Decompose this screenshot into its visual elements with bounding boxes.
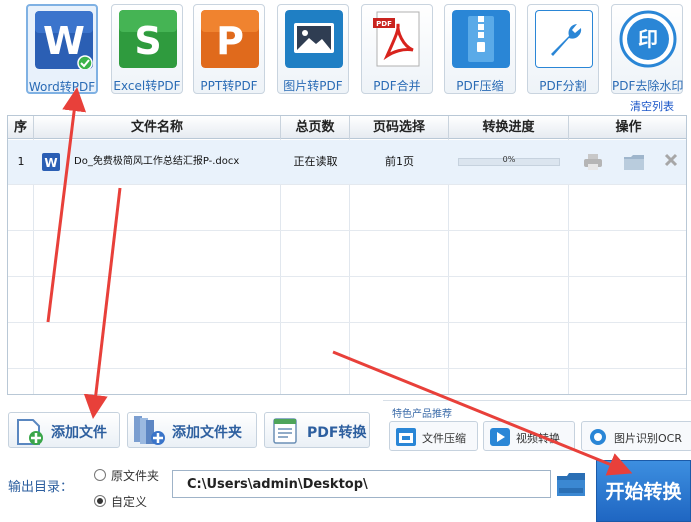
pdf-convert-label: PDF转换 [307,425,367,441]
radio-custom[interactable] [94,495,106,507]
promo-image-ocr-label: 图片识别OCR [614,432,682,445]
file-table: 序 文件名称 总页数 页码选择 转换进度 操作 1 W Do_免费极简风工作总结… [7,115,687,395]
image-to-pdf-label: 图片转PDF [283,79,343,93]
add-folder-button[interactable]: 添加文件夹 [127,412,257,448]
progress-text: 0% [502,155,516,164]
pdf-compress-label: PDF压缩 [456,79,504,93]
page-select[interactable]: 前1页 [350,140,449,184]
watermark-icon: 印 [619,10,677,68]
svg-text:PDF: PDF [376,20,392,28]
promo-video-convert-label: 视频转换 [516,432,560,445]
add-folder-label: 添加文件夹 [172,425,242,441]
document-icon [273,418,297,444]
compress-icon [396,428,416,446]
promo-file-compress-button[interactable]: 文件压缩 [389,421,478,451]
pdf-file-icon: PDF [373,11,420,67]
output-path-input[interactable] [172,470,551,498]
pdf-compress-button[interactable]: PDF压缩 [444,4,516,94]
table-header: 序 文件名称 总页数 页码选择 转换进度 操作 [8,116,686,139]
image-to-pdf-button[interactable]: 图片转PDF [277,4,349,94]
pdf-remove-watermark-label: PDF去除水印 [612,79,684,93]
word-to-pdf-button[interactable]: W Word转PDF [26,4,98,94]
clear-list-link[interactable]: 清空列表 [630,98,674,114]
delete-icon[interactable] [664,153,678,167]
column-header-page-select: 页码选择 [350,116,449,139]
word-icon: W [35,11,93,69]
ppt-to-pdf-button[interactable]: P PPT转PDF [193,4,265,94]
video-icon [490,428,510,446]
folder-icon[interactable] [624,154,644,170]
column-header-pages: 总页数 [281,116,350,139]
ocr-icon [590,429,606,445]
print-icon[interactable] [584,154,602,170]
column-header-progress: 转换进度 [449,116,569,139]
promo-file-compress-label: 文件压缩 [422,432,466,445]
file-name: Do_免费极简风工作总结汇报P-.docx [74,156,240,167]
svg-text:W: W [44,156,57,170]
word-file-icon: W [42,153,60,171]
wrench-icon [535,10,593,68]
ppt-to-pdf-label: PPT转PDF [200,79,258,93]
promo-panel: 特色产品推荐 文件压缩 视频转换 图片识别OCR [383,400,691,456]
radio-custom-label: 自定义 [111,495,148,509]
word-to-pdf-label: Word转PDF [28,80,96,94]
zip-icon [452,10,510,68]
row-index: 1 [17,155,25,168]
output-dir-label: 输出目录： [8,480,74,495]
promo-title: 特色产品推荐 [392,409,452,420]
pdf-merge-label: PDF合并 [373,79,421,93]
excel-to-pdf-button[interactable]: S Excel转PDF [111,4,183,94]
promo-image-ocr-button[interactable]: 图片识别OCR [581,421,691,451]
svg-text:S: S [134,19,161,63]
ppt-icon: P [201,10,259,68]
pdf-remove-watermark-button[interactable]: 印 PDF去除水印 [611,4,683,94]
image-icon [285,10,343,68]
pdf-split-button[interactable]: PDF分割 [527,4,599,94]
table-row[interactable]: 1 W Do_免费极简风工作总结汇报P-.docx 正在读取 前1页 0% [8,140,686,184]
promo-video-convert-button[interactable]: 视频转换 [483,421,575,451]
pdf-convert-button[interactable]: PDF转换 [264,412,370,448]
radio-source-folder-label: 原文件夹 [111,469,160,483]
browse-folder-icon[interactable] [557,472,585,496]
page-count: 正在读取 [293,155,338,168]
excel-to-pdf-label: Excel转PDF [113,79,181,93]
radio-source-folder[interactable] [94,469,106,481]
column-header-index: 序 [8,116,34,139]
column-header-actions: 操作 [615,120,642,135]
excel-icon: S [119,10,177,68]
svg-text:P: P [216,19,244,63]
app-window: W Word转PDF S Excel转PDF P PPT转PDF 图片转PDF [0,0,691,522]
pdf-split-label: PDF分割 [539,79,587,93]
start-convert-button[interactable]: 开始转换 [596,460,691,522]
svg-text:印: 印 [638,27,658,51]
pdf-merge-button[interactable]: PDF PDF合并 [361,4,433,94]
svg-text:W: W [43,19,85,63]
add-file-label: 添加文件 [51,425,107,441]
add-file-icon [17,419,43,445]
add-file-button[interactable]: 添加文件 [8,412,120,448]
column-header-filename: 文件名称 [34,116,281,139]
add-folder-icon [134,416,165,445]
